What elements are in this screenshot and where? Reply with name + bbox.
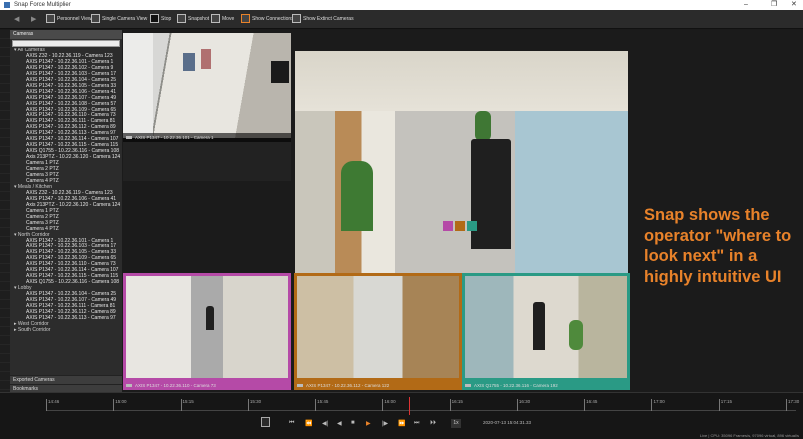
next-frame-icon[interactable]: |▶ bbox=[382, 420, 388, 427]
camera-icon bbox=[126, 136, 132, 139]
live-icon[interactable]: ⏵⏵ bbox=[430, 420, 436, 427]
sidebar-header: Cameras bbox=[10, 30, 122, 39]
timeline-tick-label: 14:46 bbox=[46, 399, 59, 411]
wall-screen bbox=[271, 61, 289, 83]
exported-cameras-section[interactable]: Exported Cameras bbox=[10, 375, 122, 384]
close-button[interactable]: ✕ bbox=[791, 0, 797, 10]
playback-speed-select[interactable]: 1x bbox=[451, 419, 461, 428]
where-next-swatch-orange bbox=[455, 221, 465, 231]
timeline[interactable]: 14:46 15:00 15:15 15:30 15:45 16:00 16:15 16:30… bbox=[0, 392, 803, 439]
camera-caption: AXIS P1347 - 10.22.36.101 - Camera 1 bbox=[123, 133, 291, 142]
timeline-ruler[interactable]: 14:46 15:00 15:15 15:30 15:45 16:00 16:15 16:30… bbox=[46, 399, 799, 411]
plant bbox=[341, 161, 373, 231]
left-edge-strip bbox=[0, 30, 10, 398]
stop-button[interactable]: Stop bbox=[150, 14, 171, 25]
person-icon bbox=[46, 14, 55, 24]
camera-tile-orange[interactable]: AXIS P1347 - 10.22.36.112 - Camera 122 bbox=[294, 273, 462, 390]
back-arrow-icon[interactable]: ◀ bbox=[14, 15, 19, 23]
camera-icon bbox=[465, 384, 471, 387]
extinct-cameras-icon bbox=[292, 14, 301, 24]
timeline-tick-label: 15:45 bbox=[315, 399, 328, 411]
camera-view-icon bbox=[91, 14, 100, 24]
promo-callout-text: Snap shows the operator "where to look n… bbox=[644, 206, 792, 286]
where-next-swatch-magenta bbox=[443, 221, 453, 231]
camera-feed bbox=[123, 33, 291, 138]
camera-icon bbox=[126, 384, 132, 387]
plant bbox=[569, 320, 583, 350]
snapshot-icon bbox=[177, 14, 186, 24]
single-camera-view-button[interactable]: Single Camera View bbox=[91, 14, 147, 25]
camera-feed bbox=[297, 276, 459, 378]
plant bbox=[475, 111, 491, 141]
toolbar: ◀ ▶ Personnel View Single Camera View St… bbox=[0, 10, 803, 29]
step-forward-icon[interactable]: ⏩ bbox=[398, 420, 405, 427]
camera-tree: ▾ All Cameras AXIS Z32 - 10.22.36.119 - C… bbox=[10, 48, 122, 373]
timeline-tick-label: 16:00 bbox=[382, 399, 396, 411]
camera-caption: AXIS P1347 - 10.22.36.112 - Camera 122 bbox=[294, 381, 462, 390]
show-extinct-cameras-button[interactable]: Show Extinct Cameras bbox=[292, 14, 354, 25]
timeline-playhead[interactable] bbox=[409, 397, 410, 415]
timeline-tick-label: 16:30 bbox=[516, 399, 530, 411]
person bbox=[471, 139, 511, 249]
wall-picture bbox=[201, 49, 211, 69]
timeline-tick-label: 15:15 bbox=[180, 399, 194, 411]
timeline-tick-label: 17:00 bbox=[651, 399, 665, 411]
camera-caption: AXIS Q1755 - 10.22.36.116 - Camera 192 bbox=[462, 381, 630, 390]
move-button[interactable]: Move bbox=[211, 14, 234, 25]
camera-tile-magenta[interactable]: AXIS P1347 - 10.22.36.110 - Camera 73 bbox=[123, 273, 291, 390]
camera-tile-teal[interactable]: AXIS Q1755 - 10.22.36.116 - Camera 192 bbox=[462, 273, 630, 390]
status-bar-text: Live | CPU: 35096 Frames/s, 97096 virtua… bbox=[699, 433, 799, 438]
timeline-tick-label: 15:30 bbox=[247, 399, 261, 411]
title-bar: Snap Force Multiplier – ❐ ✕ bbox=[0, 0, 803, 10]
person bbox=[533, 302, 545, 350]
skip-start-icon[interactable]: ⏮ bbox=[289, 420, 294, 427]
calendar-icon[interactable] bbox=[261, 417, 270, 427]
skip-end-icon[interactable]: ⏭ bbox=[414, 420, 419, 427]
timeline-tick-label: 17:30 bbox=[786, 399, 799, 411]
move-icon bbox=[211, 14, 220, 24]
camera-caption: AXIS P1347 - 10.22.36.110 - Camera 73 bbox=[123, 381, 291, 390]
timeline-tick-label: 17:15 bbox=[718, 399, 732, 411]
camera-icon bbox=[297, 384, 303, 387]
video-grid: AXIS P1347 - 10.22.36.101 - Camera 1 AXI… bbox=[122, 30, 630, 392]
camera-feed bbox=[465, 276, 627, 378]
play-icon[interactable]: ▶ bbox=[366, 420, 371, 427]
play-reverse-icon[interactable]: ◀ bbox=[337, 420, 342, 427]
stop-icon bbox=[150, 14, 159, 24]
step-back-icon[interactable]: ⏪ bbox=[305, 420, 312, 427]
window-title: Snap Force Multiplier bbox=[14, 2, 71, 8]
prev-frame-icon[interactable]: ◀| bbox=[322, 420, 328, 427]
app-icon bbox=[4, 2, 10, 8]
camera-sidebar: Cameras ▾ All Cameras AXIS Z32 - 10.22.36… bbox=[10, 30, 122, 428]
camera-feed bbox=[295, 51, 628, 290]
camera-search-input[interactable] bbox=[12, 40, 120, 47]
connections-icon bbox=[241, 14, 250, 24]
wall-picture bbox=[183, 53, 195, 71]
camera-tile-1[interactable]: AXIS P1347 - 10.22.36.101 - Camera 1 bbox=[123, 33, 291, 181]
camera-tile-main[interactable]: AXIS P1347 - 10.22.36.106 - Camera 41 bbox=[295, 51, 628, 299]
personnel-view-button[interactable]: Personnel View bbox=[46, 14, 92, 25]
stop-playback-icon[interactable]: ■ bbox=[351, 420, 355, 426]
minimize-button[interactable]: – bbox=[744, 0, 748, 10]
timeline-tick-label: 15:00 bbox=[113, 399, 127, 411]
camera-feed bbox=[126, 276, 288, 378]
timeline-tick-label: 16:15 bbox=[449, 399, 463, 411]
person bbox=[206, 306, 214, 330]
show-connections-button[interactable]: Show Connections bbox=[241, 14, 294, 25]
camera-group[interactable]: ▸ South Corridor bbox=[10, 327, 122, 334]
maximize-button[interactable]: ❐ bbox=[771, 0, 777, 10]
snapshot-button[interactable]: Snapshot bbox=[177, 14, 209, 25]
playback-timestamp: 2020-07-13 15:04:31.33 bbox=[483, 420, 532, 425]
timeline-tick-label: 16:45 bbox=[584, 399, 597, 411]
where-next-swatch-teal bbox=[467, 221, 477, 231]
forward-arrow-icon[interactable]: ▶ bbox=[31, 15, 36, 23]
